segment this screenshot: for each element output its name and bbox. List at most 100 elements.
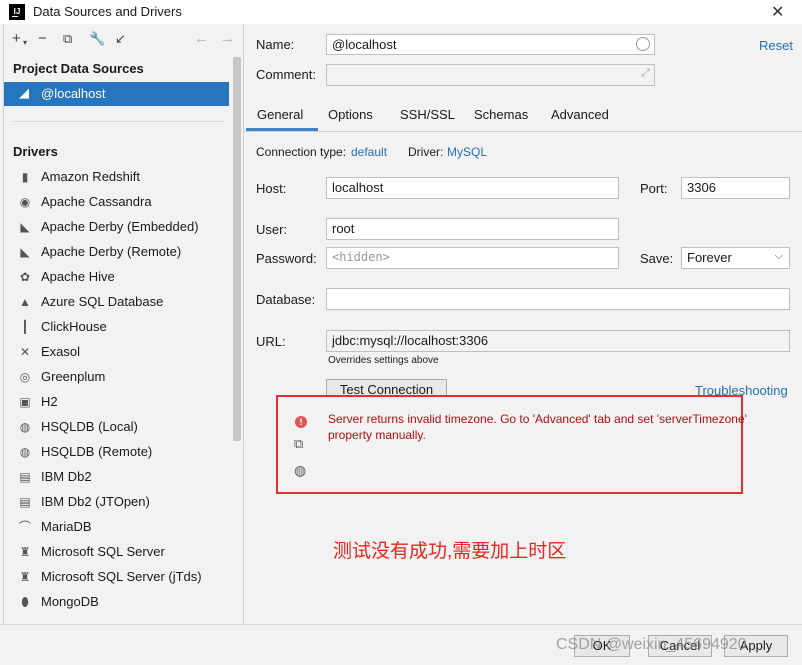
globe-icon[interactable]: ◍ bbox=[294, 462, 306, 479]
mssql-icon: ♜ bbox=[19, 570, 31, 584]
user-field[interactable]: root bbox=[326, 218, 619, 240]
expand-icon[interactable]: ⤢ bbox=[641, 67, 650, 80]
driver-label: HSQLDB (Local) bbox=[41, 419, 138, 434]
save-label: Save: bbox=[640, 251, 674, 266]
data-source-label: @localhost bbox=[41, 86, 106, 101]
add-dropdown-icon[interactable]: ▾ bbox=[23, 38, 27, 47]
error-icon: ! bbox=[295, 416, 307, 428]
url-label: URL: bbox=[256, 334, 286, 349]
intellij-app-icon: IJ bbox=[9, 4, 25, 20]
driver-item[interactable]: ◣ Apache Derby (Remote) bbox=[0, 242, 230, 264]
tab-advanced[interactable]: Advanced bbox=[551, 107, 609, 122]
driver-label: Greenplum bbox=[41, 369, 106, 384]
derby-icon: ◣ bbox=[20, 245, 30, 259]
comment-field[interactable]: ⤢ bbox=[326, 64, 655, 86]
driver-item[interactable]: ⌒ MariaDB bbox=[0, 517, 230, 539]
mariadb-icon: ⌒ bbox=[18, 520, 31, 534]
database-label: Database: bbox=[256, 292, 316, 307]
drivers-header: Drivers bbox=[13, 144, 58, 159]
tab-options[interactable]: Options bbox=[328, 107, 373, 122]
driver-label: Driver: bbox=[408, 145, 444, 159]
driver-label: Exasol bbox=[41, 344, 81, 359]
error-highlight-box bbox=[276, 395, 743, 494]
name-label: Name: bbox=[256, 37, 295, 52]
name-value: @localhost bbox=[332, 37, 397, 52]
host-label: Host: bbox=[256, 181, 287, 196]
driver-label: H2 bbox=[41, 394, 58, 409]
tab-ssh-ssl[interactable]: SSH/SSL bbox=[400, 107, 455, 122]
data-source-localhost[interactable]: ◢ @localhost bbox=[4, 82, 229, 106]
left-separator bbox=[13, 121, 225, 122]
make-global-icon[interactable]: ↙ bbox=[115, 31, 126, 47]
driver-label: MariaDB bbox=[41, 519, 92, 534]
copy-icon[interactable]: ⧉ bbox=[294, 436, 303, 452]
database-field[interactable] bbox=[326, 288, 790, 310]
cassandra-icon: ◉ bbox=[19, 195, 31, 209]
mysql-dolphin-icon: ◢ bbox=[19, 85, 29, 100]
watermark: CSDN @weixin_45694920 bbox=[556, 636, 747, 653]
back-arrow-icon[interactable]: ← bbox=[194, 30, 209, 47]
driver-label: Apache Hive bbox=[41, 269, 115, 284]
driver-label: IBM Db2 bbox=[41, 469, 92, 484]
project-data-sources-header: Project Data Sources bbox=[13, 61, 144, 76]
driver-item[interactable]: ✿ Apache Hive bbox=[0, 267, 230, 289]
close-icon[interactable]: ✕ bbox=[771, 2, 784, 22]
mongodb-icon: ⬮ bbox=[21, 595, 29, 609]
driver-item[interactable]: ♜ Microsoft SQL Server (jTds) bbox=[0, 567, 230, 589]
ibm-icon: ▤ bbox=[19, 495, 31, 509]
derby-icon: ◣ bbox=[20, 220, 30, 234]
driver-label: MongoDB bbox=[41, 594, 99, 609]
driver-item[interactable]: ┃ ClickHouse bbox=[0, 317, 230, 339]
active-tab-indicator bbox=[246, 128, 318, 131]
error-message: Server returns invalid timezone. Go to '… bbox=[328, 412, 747, 442]
port-field[interactable]: 3306 bbox=[681, 177, 790, 199]
h2-icon: ▣ bbox=[19, 395, 31, 409]
ibm-icon: ▤ bbox=[19, 470, 31, 484]
driver-link[interactable]: MySQL bbox=[447, 145, 487, 159]
host-field[interactable]: localhost bbox=[326, 177, 619, 199]
driver-item[interactable]: ♜ Microsoft SQL Server bbox=[0, 542, 230, 564]
driver-label: Azure SQL Database bbox=[41, 294, 164, 309]
add-icon[interactable]: + bbox=[12, 30, 21, 47]
driver-label: IBM Db2 (JTOpen) bbox=[41, 494, 150, 509]
tab-general[interactable]: General bbox=[257, 107, 303, 122]
url-field[interactable]: jdbc:mysql://localhost:3306 bbox=[326, 330, 790, 352]
name-field[interactable]: @localhost bbox=[326, 34, 655, 55]
title-bar: IJ Data Sources and Drivers ✕ bbox=[0, 0, 802, 24]
tab-schemas[interactable]: Schemas bbox=[474, 107, 528, 122]
hive-icon: ✿ bbox=[19, 270, 31, 284]
driver-item[interactable]: ◍ HSQLDB (Remote) bbox=[0, 442, 230, 464]
driver-item[interactable]: ▲ Azure SQL Database bbox=[0, 292, 230, 314]
driver-item[interactable]: ✕ Exasol bbox=[0, 342, 230, 364]
driver-item[interactable]: ◎ Greenplum bbox=[0, 367, 230, 389]
driver-item[interactable]: ▤ IBM Db2 bbox=[0, 467, 230, 489]
left-scrollbar[interactable] bbox=[233, 57, 241, 441]
driver-label: Apache Cassandra bbox=[41, 194, 152, 209]
driver-label: Amazon Redshift bbox=[41, 169, 140, 184]
driver-item[interactable]: ◣ Apache Derby (Embedded) bbox=[0, 217, 230, 239]
driver-item[interactable]: ▣ H2 bbox=[0, 392, 230, 414]
connection-type-link[interactable]: default bbox=[351, 145, 387, 159]
color-circle-icon[interactable] bbox=[636, 37, 650, 51]
connection-type-label: Connection type: bbox=[256, 145, 347, 159]
driver-item[interactable]: ◉ Apache Cassandra bbox=[0, 192, 230, 214]
password-field[interactable]: <hidden> bbox=[326, 247, 619, 269]
url-hint: Overrides settings above bbox=[328, 355, 439, 366]
window-title: Data Sources and Drivers bbox=[33, 4, 182, 19]
greenplum-icon: ◎ bbox=[19, 370, 31, 384]
driver-label: Apache Derby (Embedded) bbox=[41, 219, 199, 234]
mssql-icon: ♜ bbox=[19, 545, 31, 559]
hsqldb-icon: ◍ bbox=[19, 420, 31, 434]
duplicate-icon[interactable]: ⧉ bbox=[63, 31, 72, 47]
forward-arrow-icon[interactable]: → bbox=[220, 30, 235, 47]
driver-item[interactable]: ⬮ MongoDB bbox=[0, 592, 230, 614]
wrench-icon[interactable]: 🔧 bbox=[89, 31, 105, 47]
annotation-text: 测试没有成功,需要加上时区 bbox=[333, 541, 567, 562]
driver-item[interactable]: ◍ HSQLDB (Local) bbox=[0, 417, 230, 439]
driver-item[interactable]: ▮ Amazon Redshift bbox=[0, 167, 230, 189]
driver-item[interactable]: ▤ IBM Db2 (JTOpen) bbox=[0, 492, 230, 514]
reset-link[interactable]: Reset bbox=[759, 38, 793, 53]
save-select[interactable]: Forever ⌵ bbox=[681, 247, 790, 269]
driver-label: Microsoft SQL Server bbox=[41, 544, 165, 559]
remove-icon[interactable]: − bbox=[38, 30, 47, 47]
